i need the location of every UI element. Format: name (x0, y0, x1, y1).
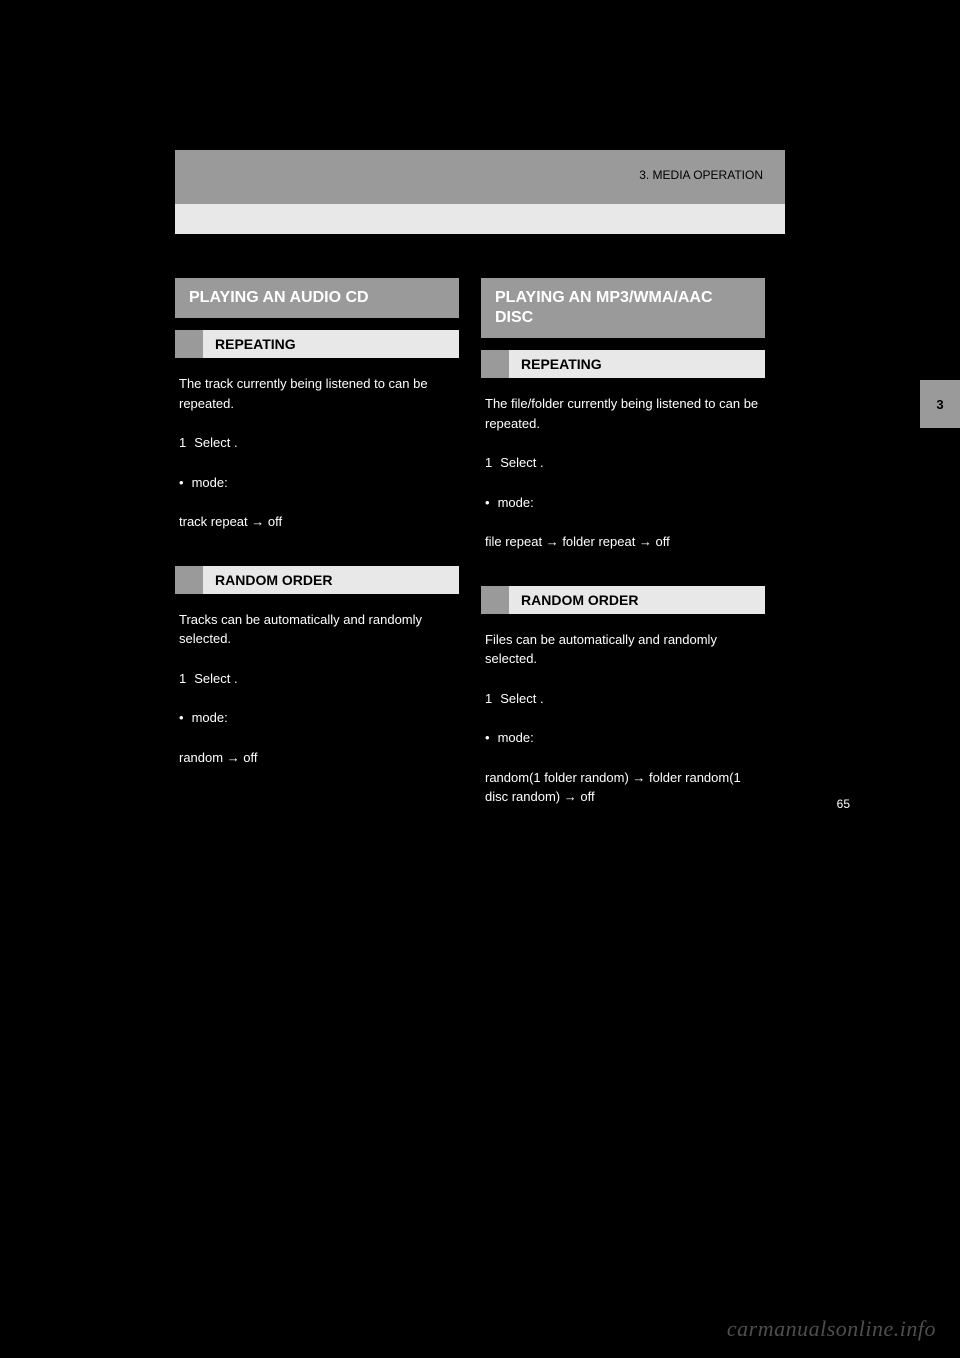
step-number: 1 (179, 433, 186, 453)
subheading-stub (175, 330, 203, 358)
spacer (175, 548, 459, 554)
subheading-stub (175, 566, 203, 594)
content-columns: PLAYING AN AUDIO CD REPEATING The track … (175, 278, 785, 811)
subheading-random-left: RANDOM ORDER (175, 566, 459, 594)
repeat-lead-left: The track currently being listened to ca… (175, 370, 459, 417)
step-text: Select . (194, 433, 237, 453)
subheading-label: REPEATING (203, 330, 459, 358)
page-number: 65 (837, 797, 850, 811)
header-light-band (175, 204, 785, 234)
repeat-lead-right: The file/folder currently being listened… (481, 390, 765, 437)
repeat-mode-value-left: track repeat → off (175, 508, 459, 536)
header-gray-band: 3. MEDIA OPERATION (175, 150, 785, 204)
step-text: Select . (500, 453, 543, 473)
watermark: carmanualsonline.info (727, 1316, 936, 1342)
random-step-right: 1 Select . (481, 685, 765, 713)
repeat-mode-right: • mode: (481, 489, 765, 517)
repeat-mode-left: • mode: (175, 469, 459, 497)
step-number: 1 (179, 669, 186, 689)
right-column: PLAYING AN MP3/WMA/AAC DISC REPEATING Th… (481, 278, 765, 811)
mode-label: mode: (498, 728, 534, 748)
mode-label: mode: (192, 708, 228, 728)
subheading-stub (481, 586, 509, 614)
mode-label: mode: (192, 473, 228, 493)
subheading-label: REPEATING (509, 350, 765, 378)
subheading-stub (481, 350, 509, 378)
random-mode-value-right: random(1 folder random) → folder random(… (481, 764, 765, 811)
bullet-icon: • (179, 708, 184, 728)
section-title-mp3: PLAYING AN MP3/WMA/AAC DISC (481, 278, 765, 338)
subheading-label: RANDOM ORDER (203, 566, 459, 594)
bullet-icon: • (485, 493, 490, 513)
section-title-audio-cd: PLAYING AN AUDIO CD (175, 278, 459, 318)
random-lead-left: Tracks can be automatically and randomly… (175, 606, 459, 653)
chapter-side-tab: 3 (920, 380, 960, 428)
subheading-random-right: RANDOM ORDER (481, 586, 765, 614)
mode-label: mode: (498, 493, 534, 513)
bullet-icon: • (179, 473, 184, 493)
step-number: 1 (485, 689, 492, 709)
random-mode-value-left: random → off (175, 744, 459, 772)
left-column: PLAYING AN AUDIO CD REPEATING The track … (175, 278, 459, 811)
random-mode-left: • mode: (175, 704, 459, 732)
step-text: Select . (194, 669, 237, 689)
random-lead-right: Files can be automatically and randomly … (481, 626, 765, 673)
repeat-step-left: 1 Select . (175, 429, 459, 457)
step-text: Select . (500, 689, 543, 709)
breadcrumb: 3. MEDIA OPERATION (639, 168, 763, 182)
subheading-repeating-right: REPEATING (481, 350, 765, 378)
subheading-label: RANDOM ORDER (509, 586, 765, 614)
bullet-icon: • (485, 728, 490, 748)
spacer (481, 568, 765, 574)
repeat-step-right: 1 Select . (481, 449, 765, 477)
random-mode-right: • mode: (481, 724, 765, 752)
manual-page: 3. MEDIA OPERATION PLAYING AN AUDIO CD R… (175, 150, 785, 811)
step-number: 1 (485, 453, 492, 473)
subheading-repeating-left: REPEATING (175, 330, 459, 358)
random-step-left: 1 Select . (175, 665, 459, 693)
repeat-mode-value-right: file repeat → folder repeat → off (481, 528, 765, 556)
